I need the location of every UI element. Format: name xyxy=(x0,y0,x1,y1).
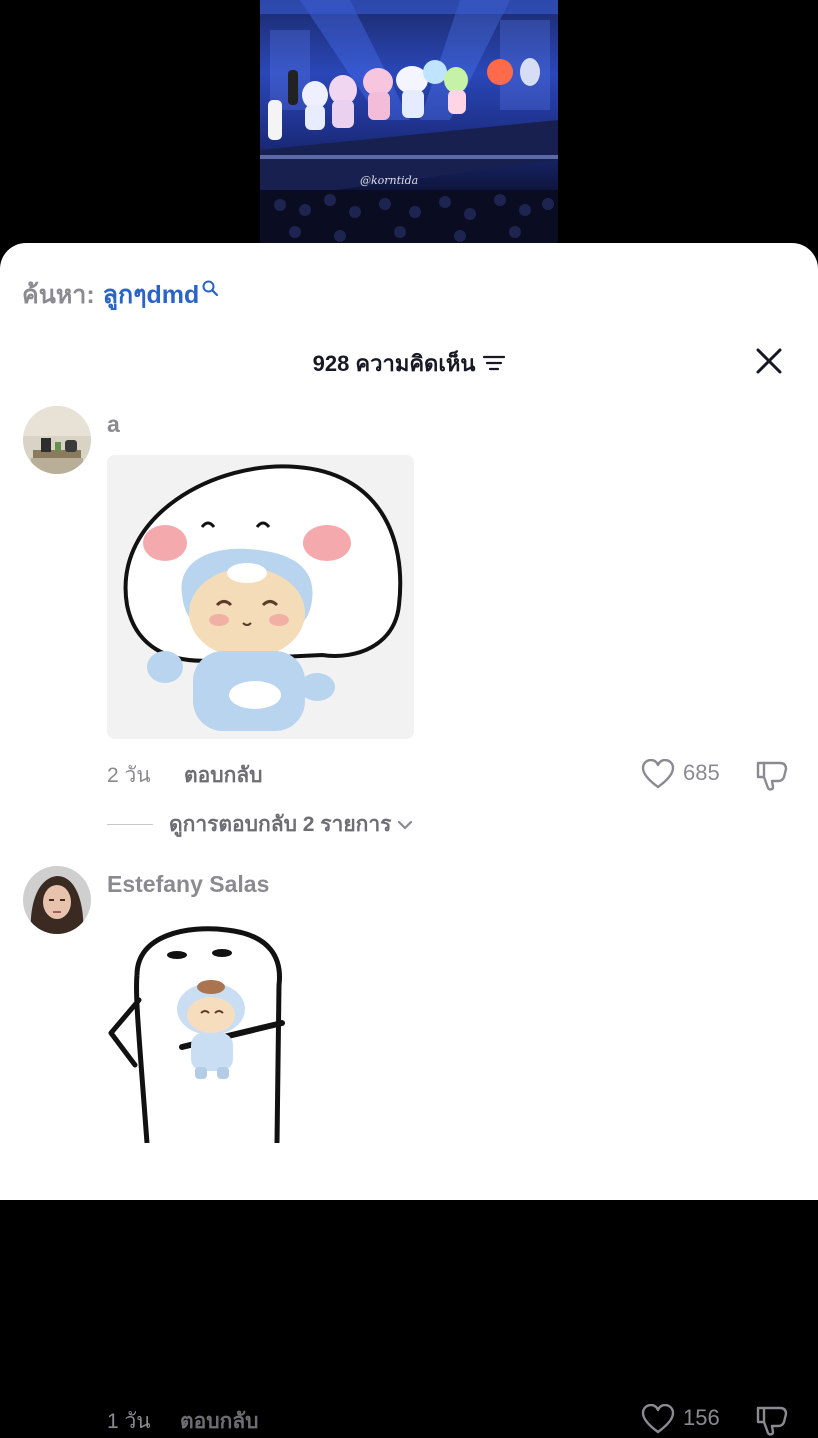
comments-header: 928 ความคิดเห็น xyxy=(0,343,818,383)
heart-icon[interactable] xyxy=(641,759,675,789)
comment-count: 928 ความคิดเห็น xyxy=(312,350,476,376)
comment-sticker[interactable] xyxy=(107,455,414,739)
avatar[interactable] xyxy=(23,866,91,934)
search-term-link[interactable]: ลูกๆdmd xyxy=(103,275,200,315)
video-watermark: @korntida xyxy=(360,174,419,187)
replies-divider xyxy=(107,824,153,825)
reply-button[interactable]: ตอบกลับ xyxy=(180,1405,259,1438)
video-player[interactable]: @korntida xyxy=(0,0,818,260)
concert-stage-image xyxy=(260,0,558,245)
comment-username[interactable]: Estefany Salas xyxy=(107,871,269,898)
avatar[interactable] xyxy=(23,406,91,474)
like-count: 156 xyxy=(683,1405,720,1430)
search-prefix: ค้นหา: xyxy=(22,281,95,309)
view-replies-label: ดูการตอบกลับ 2 รายการ xyxy=(169,813,392,836)
like-count: 685 xyxy=(683,760,720,785)
close-icon[interactable] xyxy=(754,346,784,376)
search-icon xyxy=(202,280,219,297)
comment-timestamp: 2 วัน xyxy=(107,764,151,787)
view-replies-button[interactable]: ดูการตอบกลับ 2 รายการ xyxy=(107,808,413,841)
dislike-icon[interactable] xyxy=(755,757,789,791)
reply-button[interactable]: ตอบกลับ xyxy=(184,759,263,792)
search-suggestion[interactable]: ค้นหา: ลูกๆdmd xyxy=(22,275,219,315)
sort-icon[interactable] xyxy=(483,355,506,371)
video-thumbnail[interactable]: @korntida xyxy=(260,0,558,245)
comment-timestamp: 1 วัน xyxy=(107,1410,151,1433)
heart-icon[interactable] xyxy=(641,1404,675,1434)
comment-username[interactable]: a xyxy=(107,411,120,438)
comment-sticker[interactable] xyxy=(107,915,335,1143)
dislike-icon[interactable] xyxy=(755,1402,789,1436)
comments-sheet: ค้นหา: ลูกๆdmd 928 ความคิดเห็น a 2 วัน ต… xyxy=(0,243,818,1436)
chevron-down-icon xyxy=(398,820,413,829)
